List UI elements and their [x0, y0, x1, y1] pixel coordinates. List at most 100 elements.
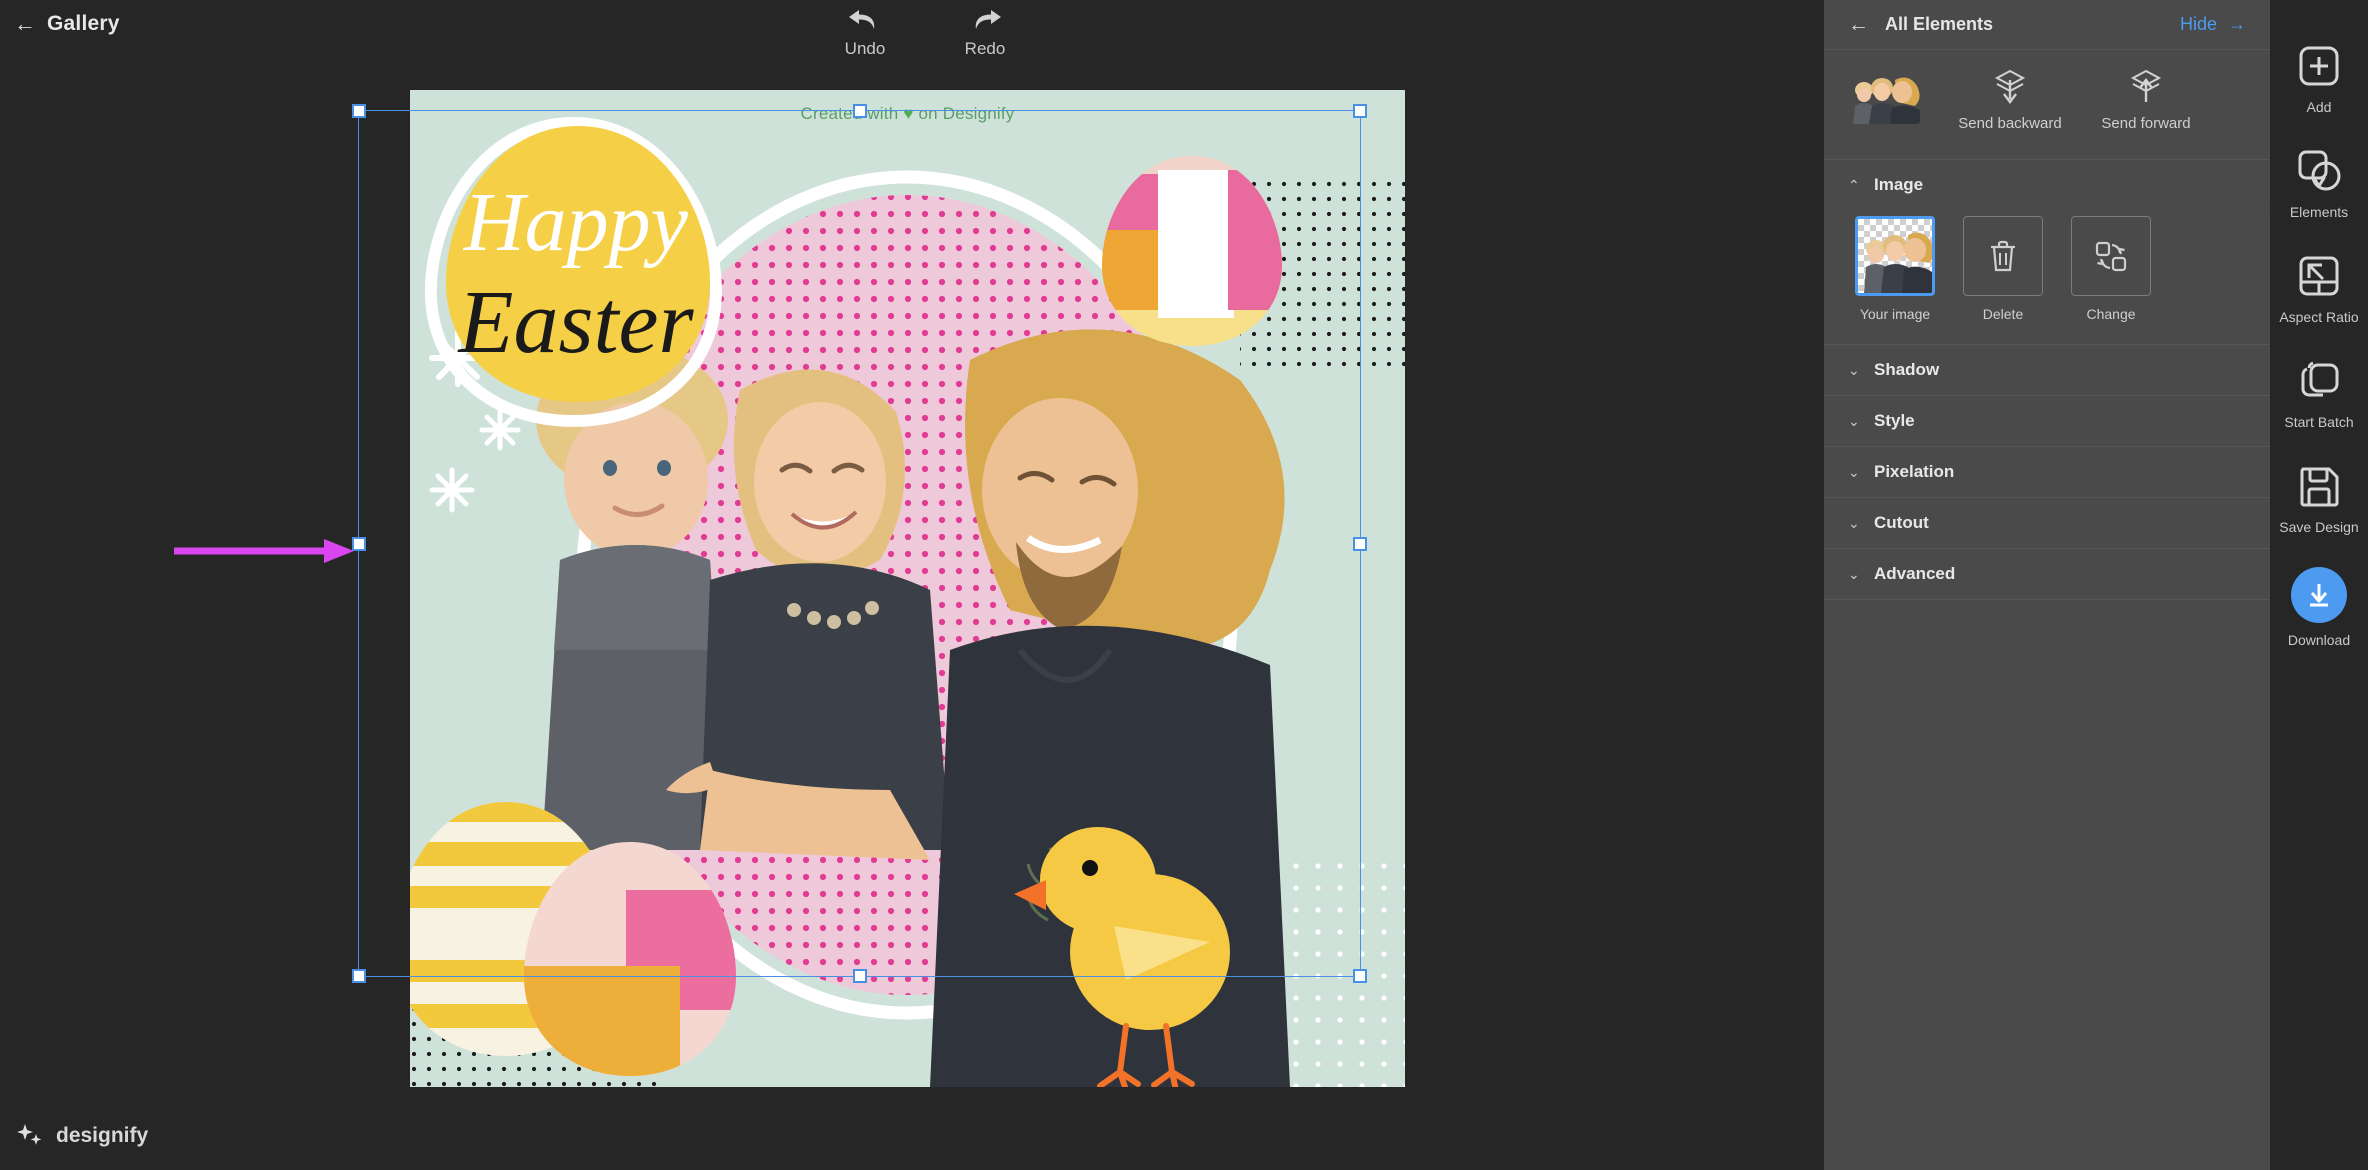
- chevron-down-icon: ⌄: [1848, 463, 1860, 480]
- shapes-icon: [2298, 150, 2341, 191]
- your-image-box: [1855, 216, 1935, 296]
- back-to-gallery-button[interactable]: ← Gallery: [14, 12, 120, 36]
- section-cutout: ⌄ Cutout: [1824, 498, 2270, 549]
- panel-title: All Elements: [1885, 14, 1994, 34]
- hide-arrow-icon: →: [2228, 14, 2246, 34]
- delete-image-box: [1963, 216, 2043, 296]
- section-image-header[interactable]: ⌃ Image: [1824, 160, 2270, 210]
- change-image-tile[interactable]: Change: [2068, 216, 2154, 322]
- section-advanced-header[interactable]: ⌄ Advanced: [1824, 549, 2270, 599]
- editor-root: ← Gallery Undo Redo Happy Easter Created…: [0, 0, 2368, 1170]
- redo-button[interactable]: Redo: [946, 4, 1024, 59]
- resize-handle-middle-right[interactable]: [1353, 536, 1367, 551]
- layers-stack-icon: [2301, 361, 2339, 397]
- resize-handle-bottom-right[interactable]: [1353, 969, 1367, 983]
- download-button[interactable]: [2291, 567, 2347, 623]
- resize-handle-bottom-center[interactable]: [852, 969, 867, 983]
- rail-item-aspect-ratio[interactable]: Aspect Ratio: [2270, 252, 2368, 325]
- resize-handle-top-left[interactable]: [352, 104, 366, 118]
- delete-image-tile[interactable]: Delete: [1960, 216, 2046, 322]
- aspect-ratio-icon: [2299, 256, 2339, 296]
- chevron-up-icon: ⌃: [1848, 176, 1860, 193]
- your-image-preview: [1864, 232, 1932, 293]
- hide-label: Hide: [2179, 14, 2217, 34]
- panel-back-icon[interactable]: ←: [1848, 13, 1869, 37]
- section-cutout-header[interactable]: ⌄ Cutout: [1824, 498, 2270, 548]
- section-shadow: ⌄ Shadow: [1824, 345, 2270, 396]
- section-style-label: Style: [1874, 411, 1915, 430]
- send-backward-label: Send backward: [1958, 115, 2062, 132]
- selected-layer-thumbnail[interactable]: [1848, 68, 1920, 124]
- canvas-area: ← Gallery Undo Redo Happy Easter Created…: [0, 0, 1824, 1170]
- headline-top: Happy: [463, 176, 689, 269]
- send-backward-button[interactable]: Send backward: [1942, 68, 2078, 132]
- tool-rail: Add Elements Aspect Ratio Start Batch Sa…: [2252, 0, 2368, 1170]
- floppy-disk-icon: [2300, 467, 2339, 507]
- history-controls: Undo Redo: [826, 4, 1024, 59]
- undo-label: Undo: [844, 39, 886, 58]
- designify-logo[interactable]: designify: [16, 1122, 148, 1150]
- change-image-box: [2071, 216, 2151, 296]
- section-shadow-header[interactable]: ⌄ Shadow: [1824, 345, 2270, 395]
- rail-label-download: Download: [2287, 632, 2351, 648]
- resize-handle-top-right[interactable]: [1353, 104, 1367, 118]
- section-image-label: Image: [1874, 175, 1924, 194]
- plus-square-icon: [2299, 46, 2339, 86]
- rail-item-download[interactable]: Download: [2270, 567, 2368, 648]
- redo-label: Redo: [964, 39, 1006, 58]
- top-toolbar: ← Gallery Undo Redo: [0, 0, 1824, 58]
- section-style-header[interactable]: ⌄ Style: [1824, 396, 2270, 446]
- section-style: ⌄ Style: [1824, 396, 2270, 447]
- section-advanced: ⌄ Advanced: [1824, 549, 2270, 600]
- section-cutout-label: Cutout: [1874, 513, 1929, 532]
- change-image-label: Change: [2086, 306, 2136, 322]
- section-pixelation-label: Pixelation: [1874, 462, 1955, 481]
- artwork-canvas: Happy Easter: [410, 90, 1405, 1087]
- your-image-tile[interactable]: Your image: [1852, 216, 1938, 322]
- section-pixelation-header[interactable]: ⌄ Pixelation: [1824, 447, 2270, 497]
- annotation-arrow-icon: [174, 539, 354, 563]
- rail-item-save-design[interactable]: Save Design: [2270, 462, 2368, 535]
- resize-handle-bottom-left[interactable]: [352, 969, 366, 983]
- download-arrow-icon: [2310, 584, 2328, 607]
- undo-button[interactable]: Undo: [826, 4, 904, 59]
- rail-item-add[interactable]: Add: [2270, 42, 2368, 115]
- resize-handle-top-center[interactable]: [852, 104, 867, 118]
- rail-label-add: Add: [2306, 99, 2332, 115]
- section-image-body: Your image Delete Change: [1824, 210, 2270, 344]
- chevron-down-icon: ⌄: [1848, 514, 1860, 531]
- elements-panel: ← All Elements Hide → Send backward Send…: [1824, 0, 2270, 1170]
- swap-shapes-icon: [2095, 241, 2127, 272]
- headline-bottom: Easter: [457, 273, 695, 372]
- send-forward-icon: [2130, 69, 2162, 102]
- sparkles-icon: [17, 1124, 42, 1145]
- layer-order-row: Send backward Send forward: [1824, 50, 2270, 160]
- trash-icon: [1991, 240, 2015, 272]
- section-image: ⌃ Image Your image Delete Change: [1824, 160, 2270, 345]
- hide-panel-button[interactable]: Hide →: [2180, 14, 2246, 35]
- panel-header: ← All Elements Hide →: [1824, 0, 2270, 50]
- undo-icon: [849, 10, 875, 29]
- design-artwork[interactable]: Happy Easter Created with ♥ on Designify: [410, 90, 1405, 1087]
- chevron-down-icon: ⌄: [1848, 565, 1860, 582]
- rail-item-elements[interactable]: Elements: [2270, 147, 2368, 220]
- your-image-label: Your image: [1859, 306, 1931, 322]
- rail-label-start-batch: Start Batch: [2284, 414, 2354, 430]
- rail-label-aspect-ratio: Aspect Ratio: [2279, 309, 2359, 325]
- send-backward-icon: [1994, 69, 2026, 104]
- delete-image-label: Delete: [1982, 306, 2024, 322]
- layer-thumbnail-image: [1848, 68, 1920, 124]
- chevron-down-icon: ⌄: [1848, 361, 1860, 378]
- gallery-label: Gallery: [47, 12, 120, 35]
- section-pixelation: ⌄ Pixelation: [1824, 447, 2270, 498]
- chevron-down-icon: ⌄: [1848, 412, 1860, 429]
- rail-label-elements: Elements: [2289, 204, 2349, 220]
- send-forward-button[interactable]: Send forward: [2078, 68, 2214, 132]
- rail-item-start-batch[interactable]: Start Batch: [2270, 357, 2368, 430]
- transparency-checker: [1858, 219, 1932, 293]
- redo-icon: [975, 10, 1001, 29]
- brand-name: designify: [56, 1124, 149, 1147]
- section-shadow-label: Shadow: [1874, 360, 1940, 379]
- rail-label-save-design: Save Design: [2279, 519, 2359, 535]
- section-advanced-label: Advanced: [1874, 564, 1956, 583]
